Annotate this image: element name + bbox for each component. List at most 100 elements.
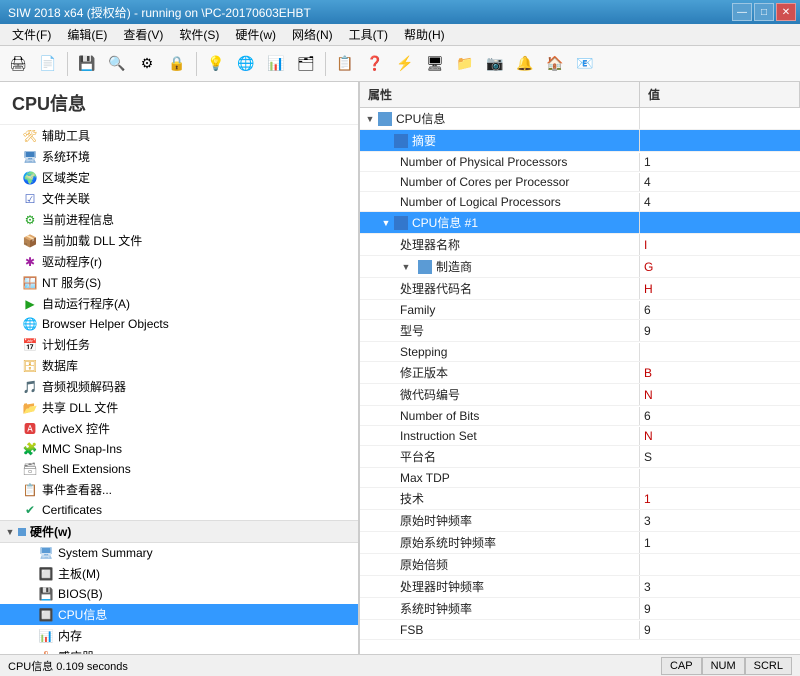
minimize-button[interactable]: —	[732, 3, 752, 21]
toolbar-print[interactable]: 🖨	[4, 50, 32, 78]
toolbar-bolt[interactable]: ⚡	[391, 50, 419, 78]
toolbar-light[interactable]: 💡	[202, 50, 230, 78]
tree-item-env[interactable]: 🖥 系统环境	[0, 146, 358, 167]
prop-row-codename[interactable]: 处理器代码名 H	[360, 278, 800, 300]
item-label: 音频视频解码器	[42, 378, 126, 395]
tree-item-shell[interactable]: 🗃 Shell Extensions	[0, 459, 358, 479]
tree-item-mmc[interactable]: 🧩 MMC Snap-Ins	[0, 439, 358, 459]
prop-val	[640, 221, 800, 225]
prop-row-maker[interactable]: ▼ 制造商 G	[360, 256, 800, 278]
expand-icon	[8, 443, 20, 455]
tree-item-driver[interactable]: ✱ 驱动程序(r)	[0, 251, 358, 272]
toolbar-camera[interactable]: 📷	[481, 50, 509, 78]
tree-container[interactable]: 🛠 辅助工具 🖥 系统环境 🌍 区域类定 ☑ 文件关联 ⚙ 当前进	[0, 125, 358, 654]
fileext-icon: ☑	[22, 191, 38, 207]
tree-item-cpu[interactable]: 🔲 CPU信息	[0, 604, 358, 625]
toolbar-file[interactable]: 📁	[451, 50, 479, 78]
menu-edit[interactable]: 编辑(E)	[59, 24, 115, 45]
tree-item-autorun[interactable]: ▶ 自动运行程序(A)	[0, 293, 358, 314]
prop-row-sys-clock[interactable]: 系统时钟频率 9	[360, 598, 800, 620]
prop-row-proc-name[interactable]: 处理器名称 I	[360, 234, 800, 256]
tree-item-process[interactable]: ⚙ 当前进程信息	[0, 209, 358, 230]
tree-item-mem[interactable]: 📊 内存	[0, 625, 358, 646]
tree-item-tools[interactable]: 🛠 辅助工具	[0, 125, 358, 146]
menu-network[interactable]: 网络(N)	[284, 24, 341, 45]
label: 摘要	[412, 132, 436, 149]
toolbar-settings[interactable]: ⚙	[133, 50, 161, 78]
prop-row-stepping[interactable]: Stepping	[360, 342, 800, 362]
tree-item-shared[interactable]: 📂 共享 DLL 文件	[0, 397, 358, 418]
prop-row-instr-set[interactable]: Instruction Set N	[360, 426, 800, 446]
tree-item-activex[interactable]: 🅰 ActiveX 控件	[0, 418, 358, 439]
task-icon: 📅	[22, 337, 38, 353]
prop-row-cpu1[interactable]: ▼ CPU信息 #1	[360, 212, 800, 234]
prop-row-num-bits[interactable]: Number of Bits 6	[360, 406, 800, 426]
prop-row-microcode[interactable]: 微代码编号 N	[360, 384, 800, 406]
tree-item-sensor[interactable]: 🌡 感应器	[0, 646, 358, 654]
toolbar-globe[interactable]: 🌐	[232, 50, 260, 78]
prop-row-family[interactable]: Family 6	[360, 300, 800, 320]
tree-item-bios[interactable]: 💾 BIOS(B)	[0, 584, 358, 604]
prop-tree[interactable]: ▼ CPU信息 摘要 Number of Physical Processors…	[360, 108, 800, 654]
prop-name: Number of Logical Processors	[360, 193, 640, 211]
tree-item-cert[interactable]: ✔ Certificates	[0, 500, 358, 520]
maximize-button[interactable]: □	[754, 3, 774, 21]
menu-help[interactable]: 帮助(H)	[396, 24, 453, 45]
tree-item-task[interactable]: 📅 计划任务	[0, 334, 358, 355]
section-icon	[394, 216, 408, 230]
prop-row-model[interactable]: 型号 9	[360, 320, 800, 342]
tree-item-audio[interactable]: 🎵 音频视频解码器	[0, 376, 358, 397]
toolbar-search[interactable]: 🔍	[103, 50, 131, 78]
menu-software[interactable]: 软件(S)	[171, 24, 227, 45]
mainboard-icon: 🔲	[38, 566, 54, 582]
prop-val: B	[640, 364, 800, 382]
toolbar-save[interactable]: 💾	[73, 50, 101, 78]
tree-item-mainboard[interactable]: 🔲 主板(M)	[0, 563, 358, 584]
menu-view[interactable]: 查看(V)	[115, 24, 171, 45]
toolbar-bell[interactable]: 🔔	[511, 50, 539, 78]
toolbar-new[interactable]: 📄	[34, 50, 62, 78]
prop-row-orig-mult[interactable]: 原始倍频	[360, 554, 800, 576]
menu-hardware[interactable]: 硬件(w)	[227, 24, 284, 45]
prop-row-tech[interactable]: 技术 1	[360, 488, 800, 510]
prop-row-orig-sys-clock[interactable]: 原始系统时钟频率 1	[360, 532, 800, 554]
tree-item-nt[interactable]: 🪟 NT 服务(S)	[0, 272, 358, 293]
menu-tools[interactable]: 工具(T)	[341, 24, 396, 45]
prop-row-platform[interactable]: 平台名 S	[360, 446, 800, 468]
toolbar-lock[interactable]: 🔒	[163, 50, 191, 78]
toolbar-folder[interactable]: 🗂	[292, 50, 320, 78]
prop-name: 摘要	[360, 130, 640, 151]
tree-item-fileext[interactable]: ☑ 文件关联	[0, 188, 358, 209]
bios-icon: 💾	[38, 586, 54, 602]
prop-row-fsb[interactable]: FSB 9	[360, 620, 800, 640]
tree-item-dll[interactable]: 📦 当前加载 DLL 文件	[0, 230, 358, 251]
prop-row-num-logical[interactable]: Number of Logical Processors 4	[360, 192, 800, 212]
prop-row-proc-clock[interactable]: 处理器时钟频率 3	[360, 576, 800, 598]
tree-item-syssum[interactable]: 🖥 System Summary	[0, 543, 358, 563]
prop-val: H	[640, 280, 800, 298]
prop-row-num-cores[interactable]: Number of Cores per Processor 4	[360, 172, 800, 192]
tree-item-hw-group[interactable]: ▼ 硬件(w)	[0, 520, 358, 543]
tree-item-db[interactable]: 🗄 数据库	[0, 355, 358, 376]
prop-name: Stepping	[360, 343, 640, 361]
prop-row-cpu-root[interactable]: ▼ CPU信息	[360, 108, 800, 130]
toolbar-email[interactable]: 📧	[571, 50, 599, 78]
tree-item-browser[interactable]: 🌐 Browser Helper Objects	[0, 314, 358, 334]
tree-item-event[interactable]: 📋 事件查看器...	[0, 479, 358, 500]
prop-row-orig-clock[interactable]: 原始时钟频率 3	[360, 510, 800, 532]
prop-row-summary[interactable]: 摘要	[360, 130, 800, 152]
prop-row-revision[interactable]: 修正版本 B	[360, 362, 800, 384]
menu-file[interactable]: 文件(F)	[4, 24, 59, 45]
browser-icon: 🌐	[22, 316, 38, 332]
tree-item-region[interactable]: 🌍 区域类定	[0, 167, 358, 188]
prop-row-num-phys[interactable]: Number of Physical Processors 1	[360, 152, 800, 172]
toolbar-monitor[interactable]: 🖥	[421, 50, 449, 78]
prop-row-max-tdp[interactable]: Max TDP	[360, 468, 800, 488]
prop-name: 原始系统时钟频率	[360, 532, 640, 553]
close-button[interactable]: ✕	[776, 3, 796, 21]
toolbar-clipboard[interactable]: 📋	[331, 50, 359, 78]
toolbar-chart[interactable]: 📊	[262, 50, 290, 78]
dll-icon: 📦	[22, 233, 38, 249]
toolbar-help[interactable]: ❓	[361, 50, 389, 78]
toolbar-home[interactable]: 🏠	[541, 50, 569, 78]
